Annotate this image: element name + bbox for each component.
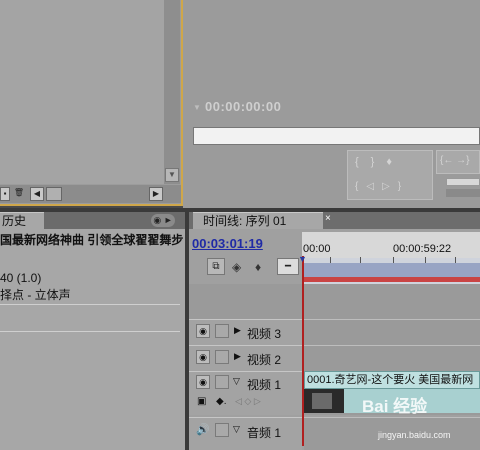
horizontal-scroll-thumb[interactable] — [46, 187, 62, 201]
scroll-right-arrow-icon[interactable]: ▶ — [149, 187, 163, 201]
track-name: 视频 3 — [247, 327, 282, 341]
track-name: 音频 1 — [247, 426, 282, 440]
collapse-arrow-icon[interactable]: ▽ — [233, 424, 240, 435]
divider — [0, 304, 180, 305]
tab-timeline-sequence[interactable]: 时间线: 序列 01 — [193, 212, 323, 229]
timecode-triangle-icon: ▼ — [193, 103, 201, 112]
history-clip-audio: 择点 - 立体声 — [0, 288, 71, 302]
work-area-bar[interactable] — [302, 263, 480, 277]
ruler-label-mid: 00:00:59:22 — [393, 243, 452, 255]
playhead[interactable] — [302, 256, 304, 446]
jog-shuttle-bar[interactable] — [446, 189, 480, 197]
close-icon[interactable]: × — [325, 213, 331, 224]
track-lane-video-3[interactable] — [304, 319, 480, 345]
scroll-left-arrow-icon[interactable]: ◀ — [30, 187, 44, 201]
collapse-arrow-icon[interactable]: ▽ — [233, 376, 240, 387]
thumbnail-figure — [312, 393, 332, 409]
step-controls-icons[interactable]: {◁▷} — [355, 181, 409, 192]
lock-toggle[interactable] — [215, 423, 229, 437]
lock-toggle[interactable] — [215, 350, 229, 364]
track-spacer — [189, 284, 480, 319]
tab-history[interactable]: 历史 — [0, 212, 44, 229]
track-lane-video-2[interactable] — [304, 345, 480, 371]
video-clip[interactable]: 0001.奇艺网-这个要火 美国最新网 — [304, 371, 480, 389]
history-clip-title: 国最新网络神曲 引领全球翟翟舞步 — [0, 233, 184, 247]
monitor-timecode[interactable]: 00:00:00:00 — [205, 99, 281, 114]
speaker-icon[interactable]: 🔊 — [196, 423, 210, 436]
left-panel-content — [0, 0, 164, 184]
playhead-handle-icon[interactable]: ▼ — [298, 254, 307, 264]
track-name: 视频 1 — [247, 378, 282, 392]
lock-toggle[interactable] — [215, 375, 229, 389]
lock-toggle[interactable] — [215, 324, 229, 338]
monitor-scrub-bar[interactable] — [193, 127, 480, 145]
new-item-icon[interactable]: ▪ — [0, 187, 10, 201]
zoom-slider-icon[interactable]: ━ — [277, 258, 299, 275]
set-encore-marker-icon[interactable]: ♦ — [255, 260, 261, 274]
track-name: 视频 2 — [247, 353, 282, 367]
ruler-label-start: 00:00 — [303, 243, 331, 255]
goto-in-out-icons[interactable]: {← →} — [440, 155, 469, 166]
left-vertical-scrollbar[interactable] — [164, 0, 180, 184]
expand-arrow-icon[interactable]: ▶ — [234, 325, 241, 336]
baidu-watermark-logo: Bai 经验 — [362, 397, 428, 416]
scroll-down-arrow-icon[interactable]: ▼ — [165, 168, 179, 182]
snap-icon[interactable]: ⧉ — [207, 258, 225, 275]
trash-icon[interactable]: 🗑 — [12, 187, 26, 201]
set-marker-icon[interactable]: ◈ — [232, 260, 241, 274]
display-style-icon[interactable]: ▣ — [197, 396, 206, 407]
history-clip-info: 40 (1.0) — [0, 271, 42, 285]
timeline-timecode[interactable]: 00:03:01:19 — [192, 236, 263, 251]
expand-arrow-icon[interactable]: ▶ — [234, 351, 241, 362]
watermark-url: jingyan.baidu.com — [378, 430, 451, 440]
keyframe-icon[interactable]: ◆. — [216, 396, 226, 407]
jog-shuttle[interactable] — [446, 178, 480, 186]
mark-in-out-icons[interactable]: {}♦ — [355, 156, 404, 168]
eye-icon[interactable]: ◉ — [196, 375, 210, 389]
panel-menu-icon[interactable]: ◉ ► — [151, 214, 175, 227]
render-bar — [302, 277, 480, 282]
divider — [0, 331, 180, 332]
eye-icon[interactable]: ◉ — [196, 350, 210, 364]
eye-icon[interactable]: ◉ — [196, 324, 210, 338]
keyframe-nav-icons[interactable]: ◁ ◇ ▷ — [235, 396, 261, 407]
